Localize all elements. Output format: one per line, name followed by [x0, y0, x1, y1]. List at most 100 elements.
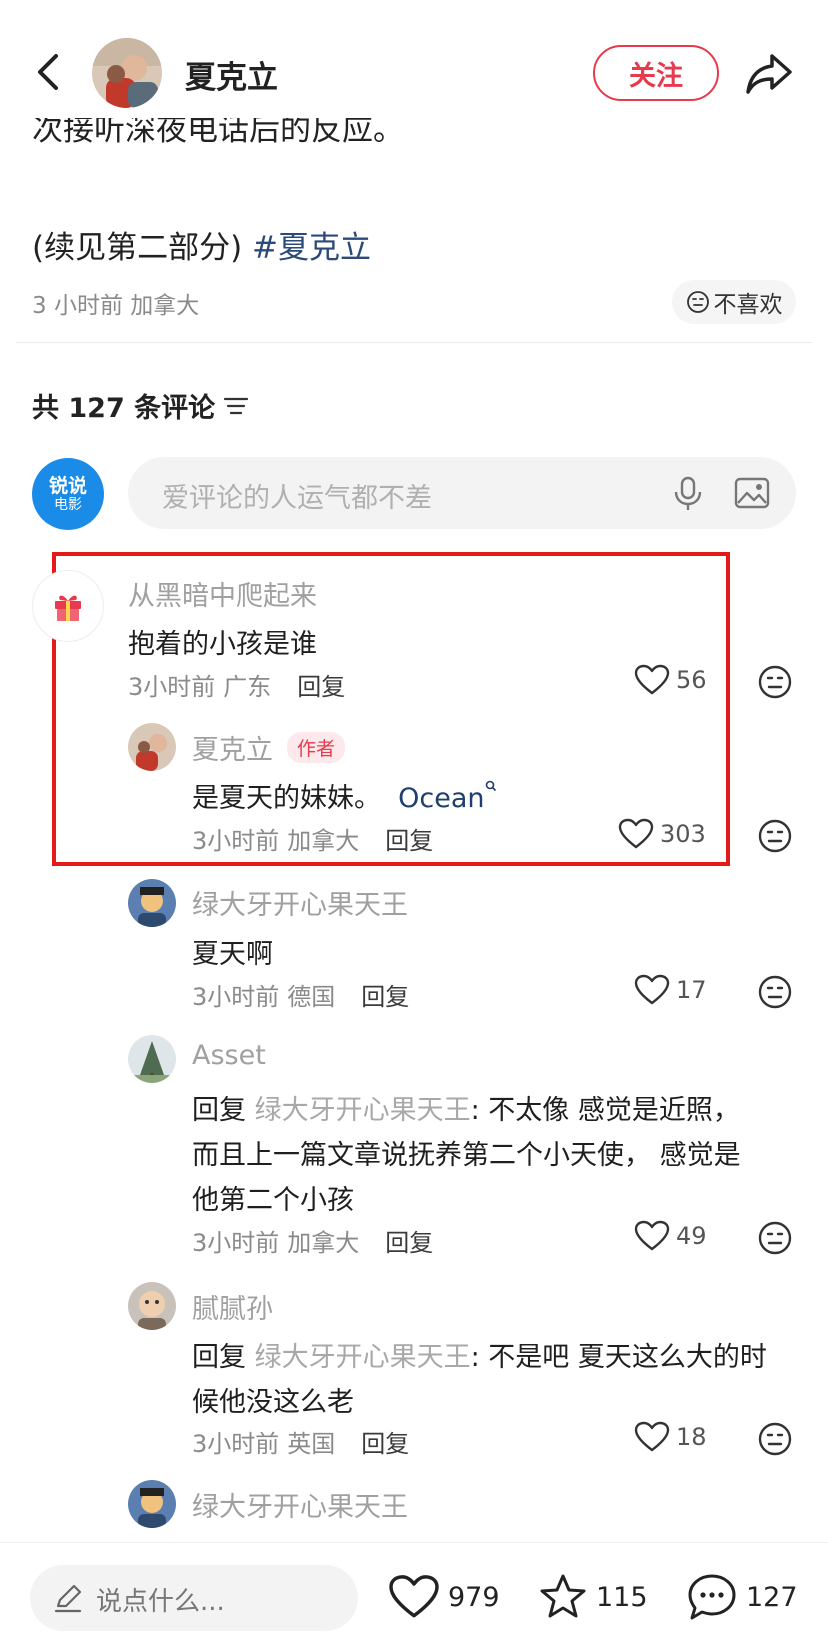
- comment-location: 加拿大: [287, 827, 360, 855]
- dislike-comment-button[interactable]: [757, 974, 793, 1014]
- mention-link[interactable]: 绿大牙开心果天王: [255, 1095, 471, 1126]
- commenter-avatar[interactable]: [32, 570, 104, 642]
- reply-button[interactable]: 回复: [297, 667, 345, 702]
- bottom-divider: [0, 1542, 828, 1543]
- commenter-avatar[interactable]: [128, 1035, 176, 1083]
- comments-button[interactable]: 127: [686, 1572, 798, 1622]
- comment-total: 127: [746, 1581, 798, 1613]
- sort-icon: [224, 397, 249, 414]
- reply-button[interactable]: 回复: [361, 1424, 409, 1459]
- like-button[interactable]: 56: [634, 664, 707, 696]
- dislike-comment-button[interactable]: [757, 664, 793, 704]
- comment-location: 德国: [287, 983, 336, 1011]
- gift-icon: [55, 595, 81, 621]
- pencil-icon: [54, 1584, 82, 1613]
- commenter-name[interactable]: 腻腻孙: [192, 1287, 273, 1326]
- comment-count-label: 共 127 条评论: [32, 393, 216, 424]
- post-text-partial: 次接听深夜电话后的反应。: [32, 118, 404, 148]
- dislike-comment-button[interactable]: [757, 1220, 793, 1260]
- comment-bubble-icon: [688, 1574, 736, 1620]
- comment-time: 3小时前: [128, 673, 216, 701]
- search-icon: [485, 780, 496, 792]
- dislike-button[interactable]: 不喜欢: [672, 280, 796, 324]
- like-post-button[interactable]: 979: [388, 1574, 500, 1620]
- meh-face-icon: [686, 291, 709, 313]
- dislike-comment-button[interactable]: [757, 1421, 793, 1461]
- user-avatar-logo: 锐说 电影: [32, 458, 104, 530]
- author-avatar[interactable]: [92, 38, 162, 108]
- commenter-avatar[interactable]: [128, 879, 176, 927]
- hashtag-link[interactable]: #夏克立: [252, 230, 371, 266]
- meh-face-icon: [758, 819, 792, 853]
- comment-text: 回复 绿大牙开心果天王: 不太像 感觉是近照，: [192, 1095, 740, 1126]
- comment-text-line: 候他没这么老: [192, 1387, 354, 1418]
- post-continued: (续见第二部分) #夏克立: [32, 230, 372, 266]
- comment-meta: 3小时前 加拿大 回复: [192, 821, 433, 856]
- heart-icon: [618, 818, 654, 849]
- comment-time: 3小时前: [192, 1229, 280, 1257]
- comment-text: 夏天啊: [192, 939, 273, 970]
- comment-text-line: 而且上一篇文章说抚养第二个小天使， 感觉是: [192, 1140, 741, 1171]
- meh-face-icon: [758, 1221, 792, 1255]
- dislike-comment-button[interactable]: [757, 818, 793, 858]
- image-upload-button[interactable]: [732, 473, 772, 513]
- comment-meta: 3小时前 英国 回复: [192, 1424, 409, 1459]
- heart-icon: [634, 1421, 670, 1452]
- comment-time: 3小时前: [192, 1430, 280, 1458]
- commenter-avatar[interactable]: [128, 1282, 176, 1330]
- meh-face-icon: [758, 975, 792, 1009]
- comment-time: 3小时前: [192, 983, 280, 1011]
- comment-location: 加拿大: [287, 1229, 360, 1257]
- commenter-name[interactable]: Asset: [192, 1040, 266, 1071]
- comment-location: 广东: [223, 673, 272, 701]
- commenter-avatar[interactable]: [128, 1480, 176, 1528]
- image-icon: [734, 477, 770, 509]
- comment-location: 英国: [287, 1430, 336, 1458]
- heart-icon: [634, 1220, 670, 1251]
- say-something-placeholder: 说点什么...: [96, 1587, 225, 1617]
- commenter-name-row: 夏克立 作者: [192, 728, 346, 767]
- divider: [16, 342, 812, 343]
- reply-button[interactable]: 回复: [361, 977, 409, 1012]
- like-count: 303: [660, 820, 706, 848]
- comment-count-title[interactable]: 共 127 条评论: [32, 386, 249, 425]
- microphone-button[interactable]: [668, 473, 708, 513]
- post-meta: 3 小时前 加拿大: [32, 293, 200, 319]
- back-button[interactable]: [30, 50, 70, 94]
- author-badge: 作者: [287, 732, 346, 763]
- share-button[interactable]: [744, 48, 794, 98]
- favorite-total: 115: [596, 1581, 648, 1613]
- comment-text: 抱着的小孩是谁: [128, 629, 317, 660]
- comment-meta: 3小时前 广东 回复: [128, 667, 345, 702]
- comment-text-line: 他第二个小孩: [192, 1185, 354, 1216]
- like-button[interactable]: 18: [634, 1421, 707, 1453]
- ocean-link[interactable]: Ocean: [398, 780, 496, 814]
- comment-meta: 3小时前 加拿大 回复: [192, 1223, 433, 1258]
- commenter-name[interactable]: 夏克立: [192, 728, 273, 767]
- comment-text: 回复 绿大牙开心果天王: 不是吧 夏天这么大的时: [192, 1342, 767, 1373]
- like-count: 49: [676, 1222, 707, 1250]
- meh-face-icon: [758, 1422, 792, 1456]
- heart-icon: [389, 1575, 439, 1618]
- reply-button[interactable]: 回复: [385, 821, 433, 856]
- star-icon: [540, 1574, 586, 1618]
- commenter-name[interactable]: 从黑暗中爬起来: [128, 574, 317, 613]
- author-name[interactable]: 夏克立: [185, 52, 278, 97]
- like-count: 17: [676, 976, 707, 1004]
- comment-time: 3小时前: [192, 827, 280, 855]
- like-button[interactable]: 303: [618, 818, 706, 850]
- comment-text: 是夏天的妹妹。 Ocean: [192, 776, 497, 815]
- reply-button[interactable]: 回复: [385, 1223, 433, 1258]
- like-button[interactable]: 17: [634, 974, 707, 1006]
- follow-button[interactable]: 关注: [593, 45, 719, 101]
- favorite-button[interactable]: 115: [538, 1572, 648, 1622]
- say-something-input[interactable]: 说点什么...: [30, 1565, 358, 1631]
- commenter-name[interactable]: 绿大牙开心果天王: [192, 1485, 408, 1524]
- commenter-avatar[interactable]: [128, 723, 176, 771]
- like-count: 56: [676, 666, 707, 694]
- mention-link[interactable]: 绿大牙开心果天王: [255, 1342, 471, 1373]
- like-button[interactable]: 49: [634, 1220, 707, 1252]
- microphone-icon: [674, 476, 702, 510]
- commenter-name[interactable]: 绿大牙开心果天王: [192, 883, 408, 922]
- dislike-label: 不喜欢: [713, 292, 783, 318]
